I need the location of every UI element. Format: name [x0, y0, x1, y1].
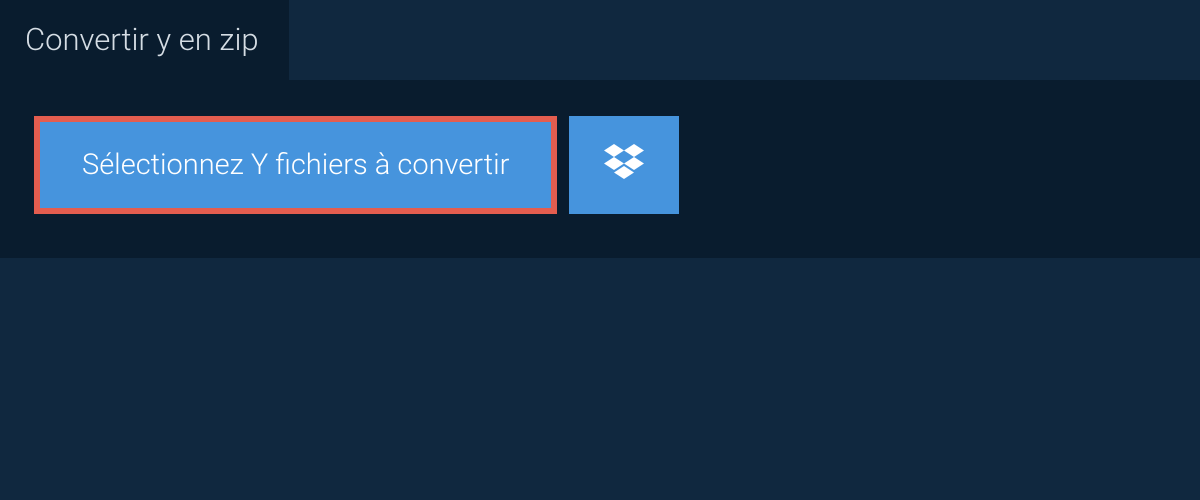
dropbox-button[interactable]	[569, 116, 679, 214]
dropbox-icon	[604, 144, 644, 186]
select-files-label: Sélectionnez Y fichiers à convertir	[82, 148, 509, 182]
upload-panel: Sélectionnez Y fichiers à convertir	[0, 80, 1200, 258]
tab-container: Convertir y en zip	[0, 0, 1200, 80]
tab-convert[interactable]: Convertir y en zip	[0, 0, 289, 80]
tab-label: Convertir y en zip	[25, 21, 259, 58]
select-files-button[interactable]: Sélectionnez Y fichiers à convertir	[34, 116, 557, 214]
